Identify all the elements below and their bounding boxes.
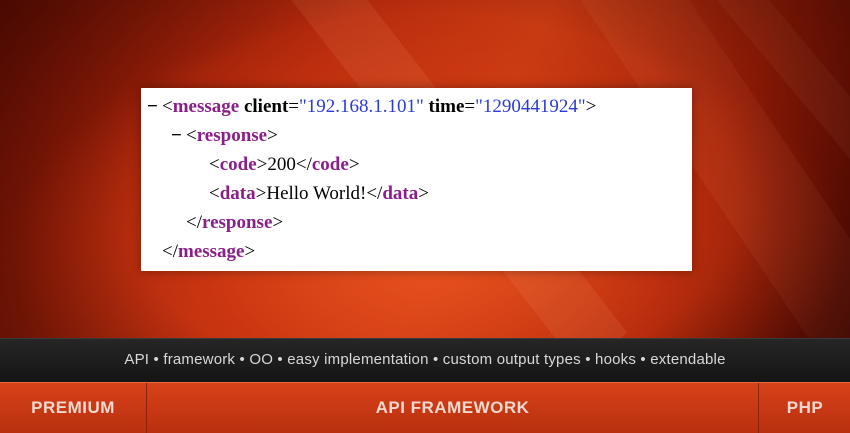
xml-line-response-open: − <response> (171, 125, 278, 147)
collapse-toggle-icon[interactable]: − (171, 125, 186, 147)
xml-tag-name: message (178, 241, 245, 262)
xml-attr-name: client (243, 96, 289, 117)
xml-attr-name: time (428, 96, 465, 117)
xml-line-response-close: </response> (186, 212, 284, 233)
xml-line-message-close: </message> (162, 241, 256, 262)
feature-tagline-bar: API • framework • OO • easy implementati… (0, 338, 850, 383)
xml-tag-name: message (172, 96, 240, 117)
premium-label: PREMIUM (0, 383, 147, 433)
xml-tag-name: response (196, 125, 268, 146)
php-label: PHP (758, 383, 850, 433)
xml-tag-name: code (311, 154, 349, 175)
xml-tag-name: data (219, 183, 256, 204)
xml-attr-value: "1290441924" (475, 96, 586, 117)
xml-text-value: 200 (267, 154, 296, 175)
xml-text-value: Hello World! (266, 183, 367, 204)
xml-code-panel: − <message client="192.168.1.101" time="1… (141, 88, 692, 271)
collapse-toggle-icon[interactable]: − (147, 96, 162, 118)
feature-tagline: API • framework • OO • easy implementati… (124, 351, 726, 368)
xml-line-code: <code>200</code> (209, 154, 360, 175)
xml-tag-name: code (219, 154, 257, 175)
xml-tag-name: response (202, 212, 273, 233)
xml-attr-value: "192.168.1.101" (299, 96, 424, 117)
footer-bar: PREMIUM API FRAMEWORK PHP (0, 382, 850, 433)
product-title: API FRAMEWORK (375, 398, 530, 417)
hero-banner: − <message client="192.168.1.101" time="1… (0, 0, 850, 338)
xml-line-data: <data>Hello World!</data> (209, 183, 429, 204)
xml-line-message-open: − <message client="192.168.1.101" time="1… (147, 96, 597, 118)
xml-tag-name: data (382, 183, 419, 204)
